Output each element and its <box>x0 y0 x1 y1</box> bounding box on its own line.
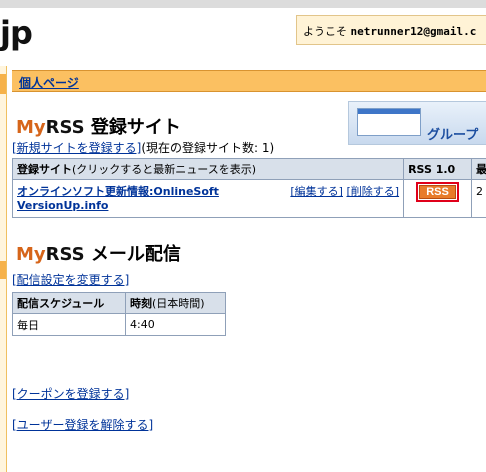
rss-button-label: RSS <box>419 185 456 199</box>
left-rail-block <box>0 74 6 94</box>
rss-button[interactable]: RSS <box>416 182 459 202</box>
register-coupon-link[interactable]: [クーポンを登録する] <box>12 385 129 402</box>
change-delivery-link[interactable]: [配信設定を変更する] <box>12 271 129 288</box>
time-col-header: 時刻(日本時間) <box>125 292 226 314</box>
welcome-box: ようこそ netrunner12@gmail.c <box>296 15 486 45</box>
unregister-user-link[interactable]: [ユーザー登録を解除する] <box>12 416 153 433</box>
delete-site-link[interactable]: [削除する] <box>346 185 399 198</box>
time-cell: 4:40 <box>125 313 226 336</box>
myrss-mail-title-text: メール配信 <box>84 244 181 265</box>
site-link[interactable]: オンラインソフト更新情報:OnlineSoft VersionUp.info <box>17 185 219 212</box>
edit-site-link[interactable]: [編集する] <box>290 185 343 198</box>
schedule-col-header: 配信スケジュール <box>12 292 126 314</box>
myrss-sites-title: MyRSS 登録サイト <box>16 113 181 139</box>
left-sidebar-edge <box>0 66 7 472</box>
myrss-mail-title: MyRSS メール配信 <box>16 240 181 266</box>
table-row: オンラインソフト更新情報:OnlineSoft VersionUp.info [編… <box>11 179 486 218</box>
browser-top-strip <box>0 0 486 8</box>
schedule-cell: 毎日 <box>12 313 126 336</box>
sites-col-header: 登録サイト(クリックすると最新ニュースを表示) <box>11 158 405 180</box>
rss-cell: RSS <box>403 179 472 218</box>
site-cell: オンラインソフト更新情報:OnlineSoft VersionUp.info [編… <box>11 179 405 218</box>
banner-window-graphic <box>357 108 421 136</box>
myrss-logo: MyRSS <box>16 244 85 265</box>
rss-col-header: RSS 1.0 <box>403 158 472 180</box>
myrss-logo: MyRSS <box>16 117 85 138</box>
myrss-sites-title-text: 登録サイト <box>84 117 181 138</box>
add-site-link[interactable]: [新規サイトを登録する] <box>12 141 141 155</box>
banner-label: グループ <box>427 128 479 143</box>
table-row: 毎日 4:40 <box>12 313 226 336</box>
delivery-table: 配信スケジュール 時刻(日本時間) 毎日 4:40 <box>12 292 226 336</box>
left-rail-block <box>0 261 6 279</box>
sites-table: 登録サイト(クリックすると最新ニュースを表示) RSS 1.0 最 オンラインソ… <box>11 158 486 218</box>
sites-subheader: [新規サイトを登録する](現在の登録サイト数: 1) <box>12 139 274 156</box>
welcome-prefix: ようこそ <box>303 25 347 38</box>
personal-page-link[interactable]: 個人ページ <box>19 74 79 91</box>
site-count-text: (現在の登録サイト数: 1) <box>141 141 275 155</box>
last-col-header: 最 <box>471 158 486 180</box>
nav-bar: 個人ページ <box>12 70 486 92</box>
group-banner[interactable]: グループ <box>348 101 486 145</box>
welcome-email: netrunner12@gmail.c <box>350 25 477 38</box>
site-logo-suffix: jp <box>0 14 33 52</box>
last-cell: 2 <box>471 179 486 218</box>
